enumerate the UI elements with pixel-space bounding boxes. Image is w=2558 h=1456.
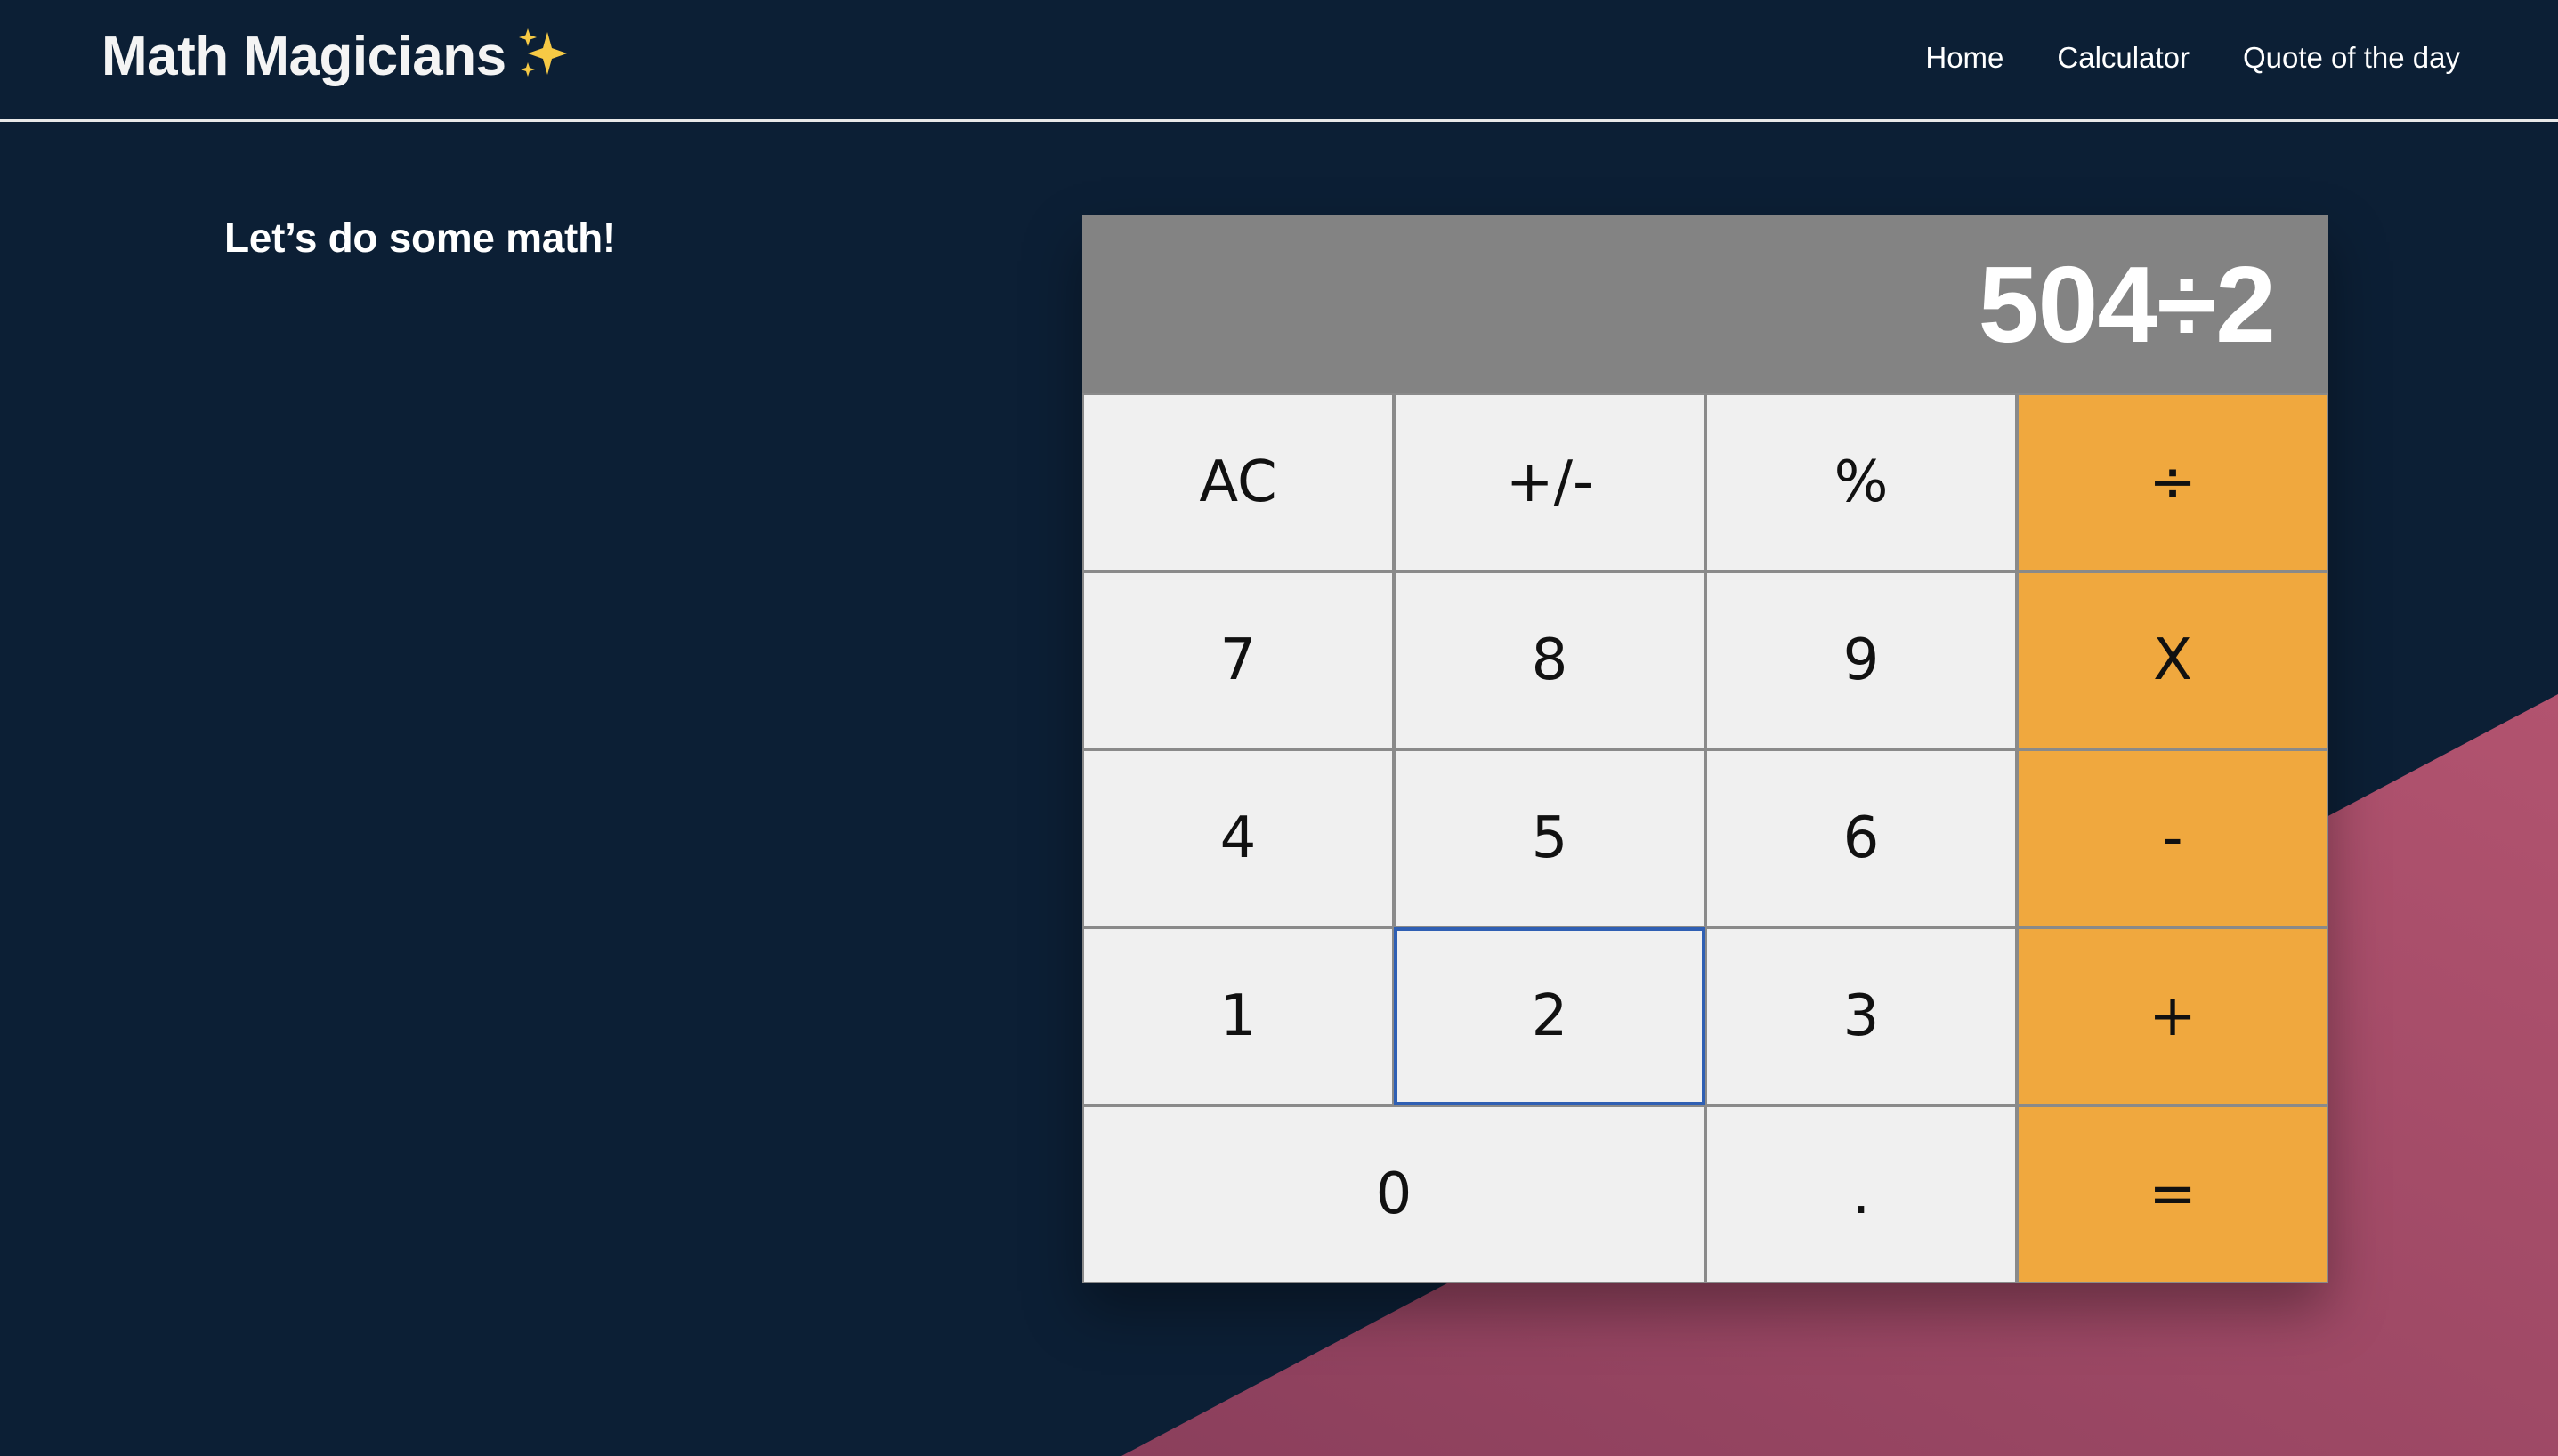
- sparkles-icon: [518, 28, 567, 77]
- key-7[interactable]: 7: [1082, 571, 1394, 749]
- key-divide[interactable]: ÷: [2017, 393, 2328, 571]
- calculator-keypad: AC +/- % ÷ 7 8 9 X 4 5 6 - 1 2 3 + 0 . =: [1082, 393, 2328, 1283]
- key-6[interactable]: 6: [1705, 749, 2017, 927]
- calculator-display: 504÷2: [1082, 215, 2328, 393]
- key-multiply[interactable]: X: [2017, 571, 2328, 749]
- key-1[interactable]: 1: [1082, 927, 1394, 1105]
- nav-link-home[interactable]: Home: [1925, 41, 2003, 75]
- key-2[interactable]: 2: [1394, 927, 1705, 1105]
- key-equals[interactable]: =: [2017, 1105, 2328, 1283]
- key-4[interactable]: 4: [1082, 749, 1394, 927]
- key-plus-minus[interactable]: +/-: [1394, 393, 1705, 571]
- key-decimal[interactable]: .: [1705, 1105, 2017, 1283]
- key-9[interactable]: 9: [1705, 571, 2017, 749]
- key-add[interactable]: +: [2017, 927, 2328, 1105]
- key-8[interactable]: 8: [1394, 571, 1705, 749]
- header: Math Magicians Home Calculator Quote of …: [0, 0, 2558, 122]
- nav-link-quote[interactable]: Quote of the day: [2243, 41, 2460, 75]
- nav-link-calculator[interactable]: Calculator: [2057, 41, 2190, 75]
- calculator: 504÷2 AC +/- % ÷ 7 8 9 X 4 5 6 - 1 2 3 +…: [1082, 215, 2328, 1283]
- key-subtract[interactable]: -: [2017, 749, 2328, 927]
- key-5[interactable]: 5: [1394, 749, 1705, 927]
- key-all-clear[interactable]: AC: [1082, 393, 1394, 571]
- key-0[interactable]: 0: [1082, 1105, 1705, 1283]
- key-3[interactable]: 3: [1705, 927, 2017, 1105]
- main-nav: Home Calculator Quote of the day: [1925, 41, 2460, 75]
- intro-heading: Let’s do some math!: [224, 214, 616, 261]
- key-percent[interactable]: %: [1705, 393, 2017, 571]
- brand-logo[interactable]: Math Magicians: [101, 25, 571, 88]
- brand-title: Math Magicians: [101, 26, 506, 87]
